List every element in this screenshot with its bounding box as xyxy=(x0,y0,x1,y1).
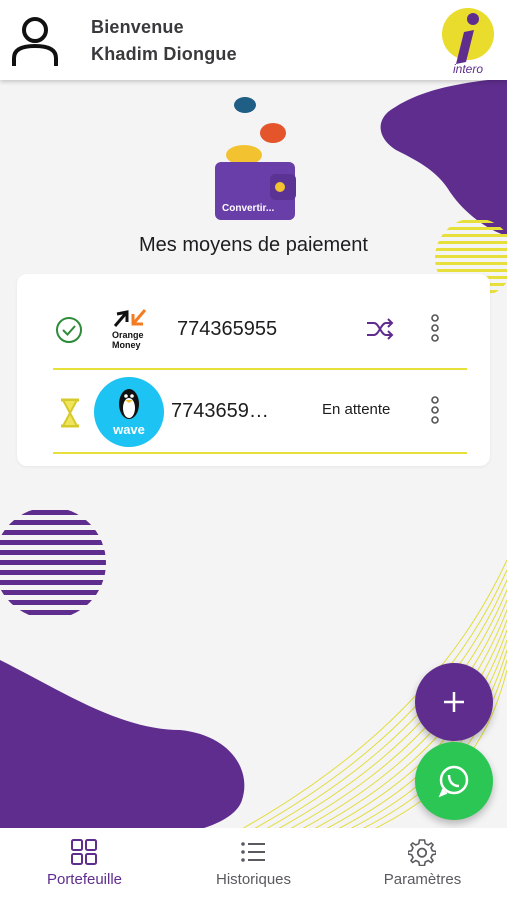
nav-parametres[interactable]: Paramètres xyxy=(338,828,507,900)
phone-number: 7743659… xyxy=(171,400,269,422)
nav-label: Historiques xyxy=(215,871,292,888)
plus-icon xyxy=(444,692,464,712)
payment-method-row[interactable]: wave 7743659… En attente xyxy=(17,370,490,462)
check-circle-icon xyxy=(56,317,82,343)
hourglass-icon xyxy=(61,398,79,428)
nav-historiques[interactable]: Historiques xyxy=(169,828,338,900)
payment-methods-card: Orange Money 774365955 wave 7743659… En … xyxy=(17,274,490,466)
nav-label: Paramètres xyxy=(383,871,462,888)
section-title: Mes moyens de paiement xyxy=(138,234,368,256)
bottom-navigation: Portefeuille Historiques Paramètres xyxy=(0,828,507,900)
row-divider xyxy=(53,452,467,454)
list-icon xyxy=(241,842,265,862)
payment-method-row[interactable]: Orange Money 774365955 xyxy=(17,282,490,374)
wave-logo-text: wave xyxy=(112,422,145,437)
nav-portefeuille[interactable]: Portefeuille xyxy=(0,828,169,900)
convert-button[interactable]: Convertir... xyxy=(222,203,294,214)
shuffle-icon[interactable] xyxy=(365,318,395,340)
phone-number: 774365955 xyxy=(177,318,278,340)
user-avatar-icon[interactable] xyxy=(10,14,60,68)
grid-icon xyxy=(71,839,97,865)
add-payment-method-button[interactable] xyxy=(415,663,493,741)
more-vertical-icon[interactable] xyxy=(429,396,441,424)
status-text: En attente xyxy=(322,401,391,418)
logo-text: intero xyxy=(453,62,483,76)
greeting-text: Bienvenue xyxy=(91,17,184,37)
app-header: Bienvenue Khadim Diongue intero xyxy=(0,0,507,80)
gear-icon xyxy=(408,839,436,866)
orange-money-label: Orange Money xyxy=(112,330,144,350)
intero-logo: intero xyxy=(442,8,494,76)
wave-logo: wave xyxy=(94,377,164,447)
nav-label: Portefeuille xyxy=(46,871,123,888)
more-vertical-icon[interactable] xyxy=(429,314,441,342)
user-name: Khadim Diongue xyxy=(91,44,237,64)
whatsapp-button[interactable] xyxy=(415,742,493,820)
whatsapp-icon xyxy=(438,765,469,798)
